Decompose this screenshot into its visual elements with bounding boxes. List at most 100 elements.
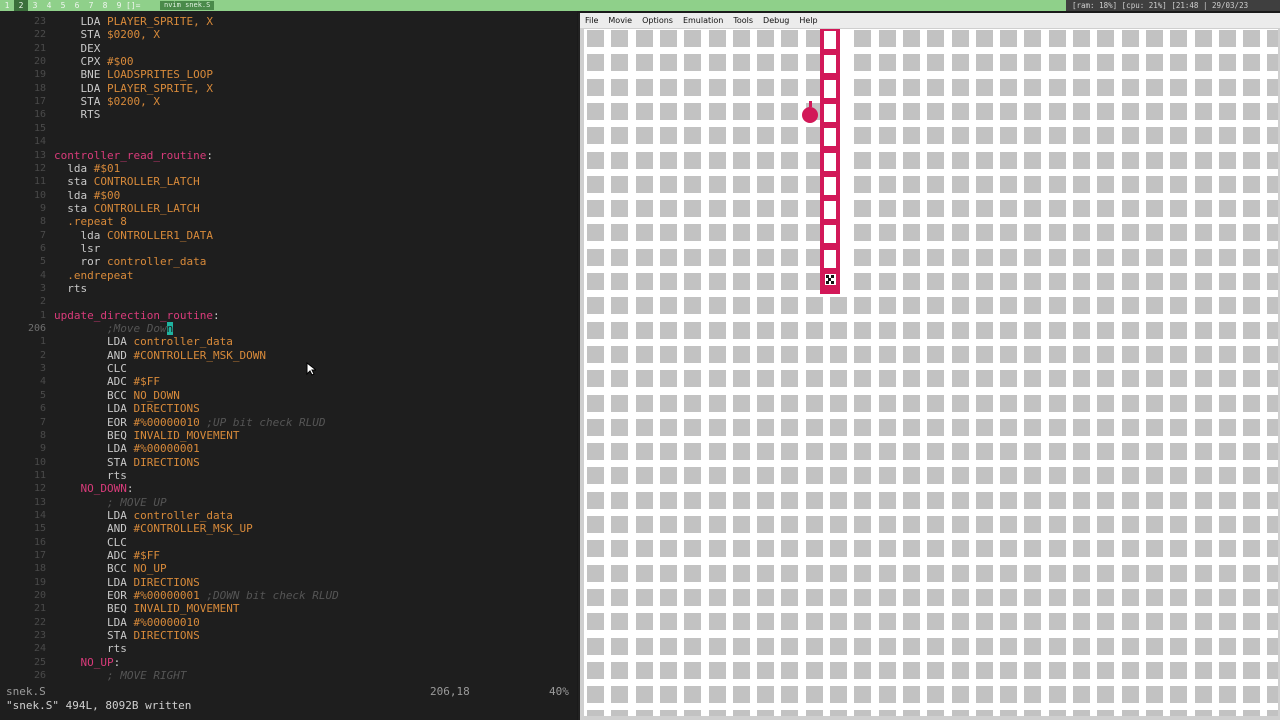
workspace-tag-1[interactable]: 1 — [0, 0, 14, 11]
workspace-tag-8[interactable]: 8 — [98, 0, 112, 11]
code-line[interactable]: 26 ; MOVE RIGHT — [0, 669, 577, 682]
code-line[interactable]: 6 lsr — [0, 242, 577, 255]
grid-cell — [1000, 613, 1018, 631]
code-line[interactable]: 5 ror controller_data — [0, 255, 577, 268]
workspace-tags[interactable]: 1 2 3 4 5 6 7 8 9 []= — [0, 0, 140, 11]
workspace-tag-10[interactable]: []= — [126, 0, 140, 11]
grid-cell — [1218, 588, 1236, 606]
vim-cmdline[interactable]: "snek.S" 494L, 8092B written — [6, 699, 191, 713]
code-line[interactable]: 23 LDA PLAYER_SPRITE, X — [0, 15, 577, 28]
code-line[interactable]: 4 .endrepeat — [0, 269, 577, 282]
workspace-tag-7[interactable]: 7 — [84, 0, 98, 11]
grid-cell — [902, 345, 920, 363]
code-line[interactable]: 11 sta CONTROLLER_LATCH — [0, 175, 577, 188]
code-line[interactable]: 1 LDA controller_data — [0, 335, 577, 348]
grid-cell — [659, 443, 677, 461]
code-line[interactable]: 13 controller_read_routine: — [0, 149, 577, 162]
grid-cell — [1145, 564, 1163, 582]
grid-cell — [1073, 516, 1090, 533]
code-line[interactable]: 14 LDA controller_data — [0, 509, 577, 522]
grid-cell — [611, 443, 629, 461]
code-line[interactable]: 21 BEQ INVALID_MOVEMENT — [0, 602, 577, 615]
workspace-tag-3[interactable]: 3 — [28, 0, 42, 11]
code-line[interactable]: 10 lda #$00 — [0, 189, 577, 202]
menu-file[interactable]: File — [580, 13, 603, 28]
workspace-tag-2[interactable]: 2 — [14, 0, 28, 11]
workspace-tag-5[interactable]: 5 — [56, 0, 70, 11]
code-line[interactable]: 12 NO_DOWN: — [0, 482, 577, 495]
code-line[interactable]: 22 STA $0200, X — [0, 28, 577, 41]
code-line[interactable]: 6 LDA DIRECTIONS — [0, 402, 577, 415]
code-line[interactable]: 1 update_direction_routine: — [0, 309, 577, 322]
code-line[interactable]: 9 LDA #%00000001 — [0, 442, 577, 455]
code-line[interactable]: 19 LDA DIRECTIONS — [0, 576, 577, 589]
code-line[interactable]: 8 .repeat 8 — [0, 215, 577, 228]
menu-tools[interactable]: Tools — [728, 13, 758, 28]
grid-cell — [1097, 418, 1115, 436]
menu-emulation[interactable]: Emulation — [678, 13, 728, 28]
code-line[interactable]: 2 — [0, 295, 577, 308]
code-line[interactable]: 15 — [0, 122, 577, 135]
grid-cell — [635, 273, 653, 290]
menu-debug[interactable]: Debug — [758, 13, 794, 28]
code-line[interactable]: 20 CPX #$00 — [0, 55, 577, 68]
grid-cell — [1218, 443, 1236, 461]
code-line[interactable]: 13 ; MOVE UP — [0, 496, 577, 509]
code-line[interactable]: 5 BCC NO_DOWN — [0, 389, 577, 402]
code-line[interactable]: 3 CLC — [0, 362, 577, 375]
code-line[interactable]: 18 LDA PLAYER_SPRITE, X — [0, 82, 577, 95]
code-line[interactable]: 3 rts — [0, 282, 577, 295]
code-line[interactable]: 14 — [0, 135, 577, 148]
nvim-editor[interactable]: 23 LDA PLAYER_SPRITE, X 22 STA $0200, X 21… — [0, 11, 577, 720]
code-line[interactable]: 20 EOR #%00000001 ;DOWN bit check RLUD — [0, 589, 577, 602]
workspace-tag-6[interactable]: 6 — [70, 0, 84, 11]
code-line[interactable]: 17 STA $0200, X — [0, 95, 577, 108]
grid-cell — [1000, 200, 1018, 218]
grid-cell — [927, 370, 945, 388]
grid-cell — [1243, 273, 1261, 290]
grid-cell — [1218, 30, 1236, 47]
code-line[interactable]: 21 DEX — [0, 42, 577, 55]
code-line[interactable]: 8 BEQ INVALID_MOVEMENT — [0, 429, 577, 442]
grid-cell — [1048, 443, 1066, 461]
code-buffer[interactable]: 23 LDA PLAYER_SPRITE, X 22 STA $0200, X 21… — [0, 15, 577, 689]
menu-movie[interactable]: Movie — [603, 13, 637, 28]
grid-cell — [587, 175, 604, 193]
code-line[interactable]: 15 AND #CONTROLLER_MSK_UP — [0, 522, 577, 535]
workspace-tag-9[interactable]: 9 — [112, 0, 126, 11]
code-line[interactable]: 7 EOR #%00000010 ;UP bit check RLUD — [0, 416, 577, 429]
code-line[interactable]: 11 rts — [0, 469, 577, 482]
code-line[interactable]: 7 lda CONTROLLER1_DATA — [0, 229, 577, 242]
code-line[interactable]: 23 STA DIRECTIONS — [0, 629, 577, 642]
grid-cell — [1267, 54, 1278, 72]
emulator-window[interactable]: File Movie Options Emulation Tools Debug Help — [578, 13, 1280, 720]
code-line[interactable]: 17 ADC #$FF — [0, 549, 577, 562]
grid-cell — [611, 248, 629, 266]
code-line[interactable]: 9 sta CONTROLLER_LATCH — [0, 202, 577, 215]
grid-cell — [659, 394, 677, 412]
code-line[interactable]: 22 LDA #%00000010 — [0, 616, 577, 629]
code-line[interactable]: 25 NO_UP: — [0, 656, 577, 669]
code-line[interactable]: 2 AND #CONTROLLER_MSK_DOWN — [0, 349, 577, 362]
workspace-tag-4[interactable]: 4 — [42, 0, 56, 11]
grid-cell — [1218, 200, 1236, 218]
grid-cell — [684, 661, 702, 679]
code-line[interactable]: 12 lda #$01 — [0, 162, 577, 175]
code-line[interactable]: 19 BNE LOADSPRITES_LOOP — [0, 68, 577, 81]
grid-cell — [757, 588, 775, 606]
code-line[interactable]: 24 rts — [0, 642, 577, 655]
menu-options[interactable]: Options — [637, 13, 678, 28]
code-line[interactable]: 206 ;Move Down — [0, 322, 577, 336]
line-number: 13 — [33, 496, 46, 508]
grid-cell — [1267, 443, 1278, 461]
grid-cell — [1097, 175, 1115, 193]
menu-help[interactable]: Help — [794, 13, 822, 28]
code-line[interactable]: 16 CLC — [0, 536, 577, 549]
code-line[interactable]: 16 RTS — [0, 108, 577, 121]
code-line[interactable]: 10 STA DIRECTIONS — [0, 456, 577, 469]
code-line[interactable]: 18 BCC NO_UP — [0, 562, 577, 575]
code-line[interactable]: 4 ADC #$FF — [0, 375, 577, 388]
grid-cell — [927, 127, 945, 145]
code-token: INVALID_MOVEMENT — [133, 602, 240, 616]
